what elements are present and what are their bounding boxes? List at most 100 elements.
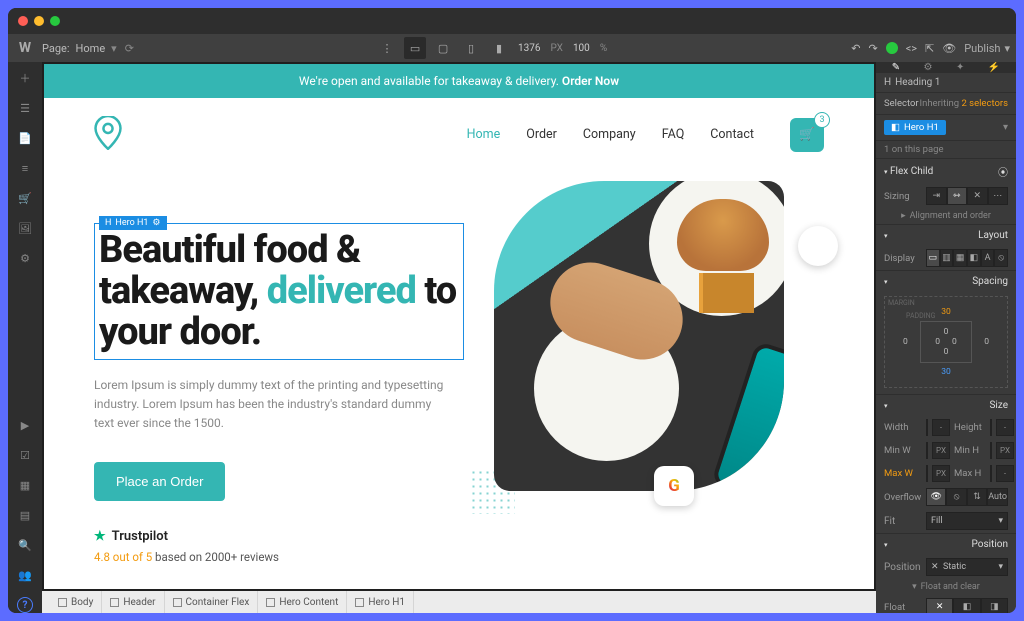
ecommerce-icon[interactable]: 🛒: [17, 190, 33, 206]
audit-icon[interactable]: ☑: [17, 447, 33, 463]
selected-element-outline[interactable]: H Hero H1 ⚙ Beautiful food & takeaway, d…: [94, 223, 464, 360]
hero-heading[interactable]: Beautiful food & takeaway, delivered to …: [99, 230, 459, 353]
section-flex-child[interactable]: ▾ Flex Child⦿: [876, 159, 1016, 184]
selected-element-tag[interactable]: H Hero H1 ⚙: [99, 216, 167, 230]
users-icon[interactable]: 👥: [17, 567, 33, 583]
spacing-editor[interactable]: MARGIN 30 0 PADDING 0 00 0 0 30: [884, 296, 1008, 388]
nav-faq[interactable]: FAQ: [662, 127, 685, 142]
refresh-icon[interactable]: ⟳: [125, 42, 134, 55]
pages-icon[interactable]: 📄: [17, 130, 33, 146]
zoom-dot[interactable]: [50, 16, 60, 26]
alignment-order-row[interactable]: ▸Alignment and order: [876, 208, 1016, 224]
site-header: Home Order Company FAQ Contact 🛒 3: [44, 98, 874, 171]
overflow-scroll[interactable]: ⇅: [967, 488, 987, 506]
class-chip[interactable]: ◧Hero H1: [884, 120, 946, 135]
gear-icon[interactable]: ⚙: [152, 218, 160, 228]
nav-company[interactable]: Company: [583, 127, 636, 142]
breadcrumb-item[interactable]: Body: [50, 591, 102, 613]
undo-icon[interactable]: ↶: [851, 42, 860, 55]
place-order-button[interactable]: Place an Order: [94, 462, 225, 501]
position-select[interactable]: ✕ Static▾: [926, 558, 1008, 576]
overflow-auto[interactable]: Auto: [987, 488, 1008, 506]
webflow-logo-icon[interactable]: W: [19, 40, 31, 56]
float-none[interactable]: ✕: [926, 598, 953, 613]
display-inline[interactable]: A: [981, 249, 995, 267]
minh-input[interactable]: [990, 442, 992, 459]
float-clear-row[interactable]: ▾Float and clear: [876, 579, 1016, 595]
interactions-tab-icon[interactable]: ⚡: [988, 62, 1000, 73]
video-icon[interactable]: ▶: [17, 417, 33, 433]
viewport-zoom[interactable]: 100: [573, 43, 590, 54]
overflow-hidden[interactable]: ⦸: [946, 488, 966, 506]
breakpoint-mobile-icon[interactable]: ▮: [488, 37, 510, 59]
section-spacing[interactable]: ▾ Spacing: [876, 271, 1016, 292]
window-chrome: [8, 8, 1016, 34]
breadcrumb-item[interactable]: Header: [102, 591, 164, 613]
cart-icon: 🛒: [799, 127, 815, 142]
height-input[interactable]: [990, 419, 992, 436]
chevron-down-icon[interactable]: ▾: [1003, 122, 1008, 133]
viewport-width[interactable]: 1376: [518, 43, 540, 54]
star-icon: ★: [94, 529, 106, 544]
breakpoint-menu-icon[interactable]: ⋮: [376, 37, 398, 59]
breadcrumb-item[interactable]: Hero Content: [258, 591, 347, 613]
sizing-grow[interactable]: ⇿: [947, 187, 968, 205]
float-right[interactable]: ◨: [981, 598, 1008, 613]
grid-icon[interactable]: ▦: [17, 477, 33, 493]
width-input[interactable]: [926, 419, 928, 436]
publish-button[interactable]: Publish▾: [964, 42, 1010, 55]
site-logo-icon[interactable]: [94, 116, 122, 153]
manager-tab-icon[interactable]: ✦: [956, 62, 964, 73]
assets-icon[interactable]: 🖼: [17, 220, 33, 236]
preview-icon[interactable]: 👁: [942, 42, 956, 55]
display-flex[interactable]: ▥: [940, 249, 954, 267]
breakpoint-mobile-l-icon[interactable]: ▯: [460, 37, 482, 59]
fit-select[interactable]: Fill▾: [926, 512, 1008, 530]
nav-contact[interactable]: Contact: [710, 127, 754, 142]
cms-icon[interactable]: ≡: [17, 160, 33, 176]
viewport-unit: PX: [551, 43, 563, 54]
settings-tab-icon[interactable]: ⚙: [924, 62, 933, 73]
nav-home[interactable]: Home: [467, 127, 501, 142]
display-block[interactable]: ▭: [926, 249, 940, 267]
inheriting-info[interactable]: Inheriting 2 selectors: [919, 98, 1008, 109]
section-layout[interactable]: ▾ Layout: [876, 225, 1016, 246]
code-icon[interactable]: <>: [906, 42, 917, 55]
display-none[interactable]: ⦸: [994, 249, 1008, 267]
list-icon[interactable]: ▤: [17, 507, 33, 523]
cart-button[interactable]: 🛒 3: [790, 118, 824, 152]
breakpoint-desktop-icon[interactable]: ▭: [404, 37, 426, 59]
maxw-input[interactable]: [926, 465, 928, 482]
export-icon[interactable]: ⇱: [925, 42, 934, 55]
design-canvas[interactable]: We're open and available for takeaway & …: [44, 64, 874, 589]
minw-input[interactable]: [926, 442, 928, 459]
display-grid[interactable]: ▦: [953, 249, 967, 267]
float-left[interactable]: ◧: [953, 598, 980, 613]
breadcrumb-item[interactable]: Hero H1: [347, 591, 414, 613]
settings-icon[interactable]: ⚙: [17, 250, 33, 266]
element-type: H Heading 1: [876, 73, 1016, 93]
maxh-input[interactable]: [990, 465, 992, 482]
sizing-more[interactable]: ⋯: [988, 187, 1009, 205]
add-icon[interactable]: ＋: [17, 70, 33, 86]
help-icon[interactable]: ?: [17, 597, 33, 613]
close-dot[interactable]: [18, 16, 28, 26]
redo-icon[interactable]: ↷: [868, 42, 877, 55]
navigator-icon[interactable]: ☰: [17, 100, 33, 116]
nav-order[interactable]: Order: [526, 127, 557, 142]
minimize-dot[interactable]: [34, 16, 44, 26]
target-icon[interactable]: ⦿: [998, 164, 1008, 179]
section-size[interactable]: ▾ Size: [876, 395, 1016, 416]
search-icon[interactable]: 🔍: [17, 537, 33, 553]
announcement-cta[interactable]: Order Now: [562, 74, 619, 88]
overflow-visible[interactable]: 👁: [926, 488, 946, 506]
sizing-none[interactable]: ✕: [967, 187, 988, 205]
selector-label: Selector: [884, 98, 919, 109]
page-selector[interactable]: Page: Home ▾: [42, 42, 117, 55]
display-inline-block[interactable]: ◧: [967, 249, 981, 267]
style-tab-icon[interactable]: ✎: [892, 62, 900, 73]
breadcrumb-item[interactable]: Container Flex: [165, 591, 259, 613]
section-position[interactable]: ▾ Position: [876, 534, 1016, 555]
breakpoint-tablet-icon[interactable]: ▢: [432, 37, 454, 59]
sizing-shrink[interactable]: ⇥: [926, 187, 947, 205]
